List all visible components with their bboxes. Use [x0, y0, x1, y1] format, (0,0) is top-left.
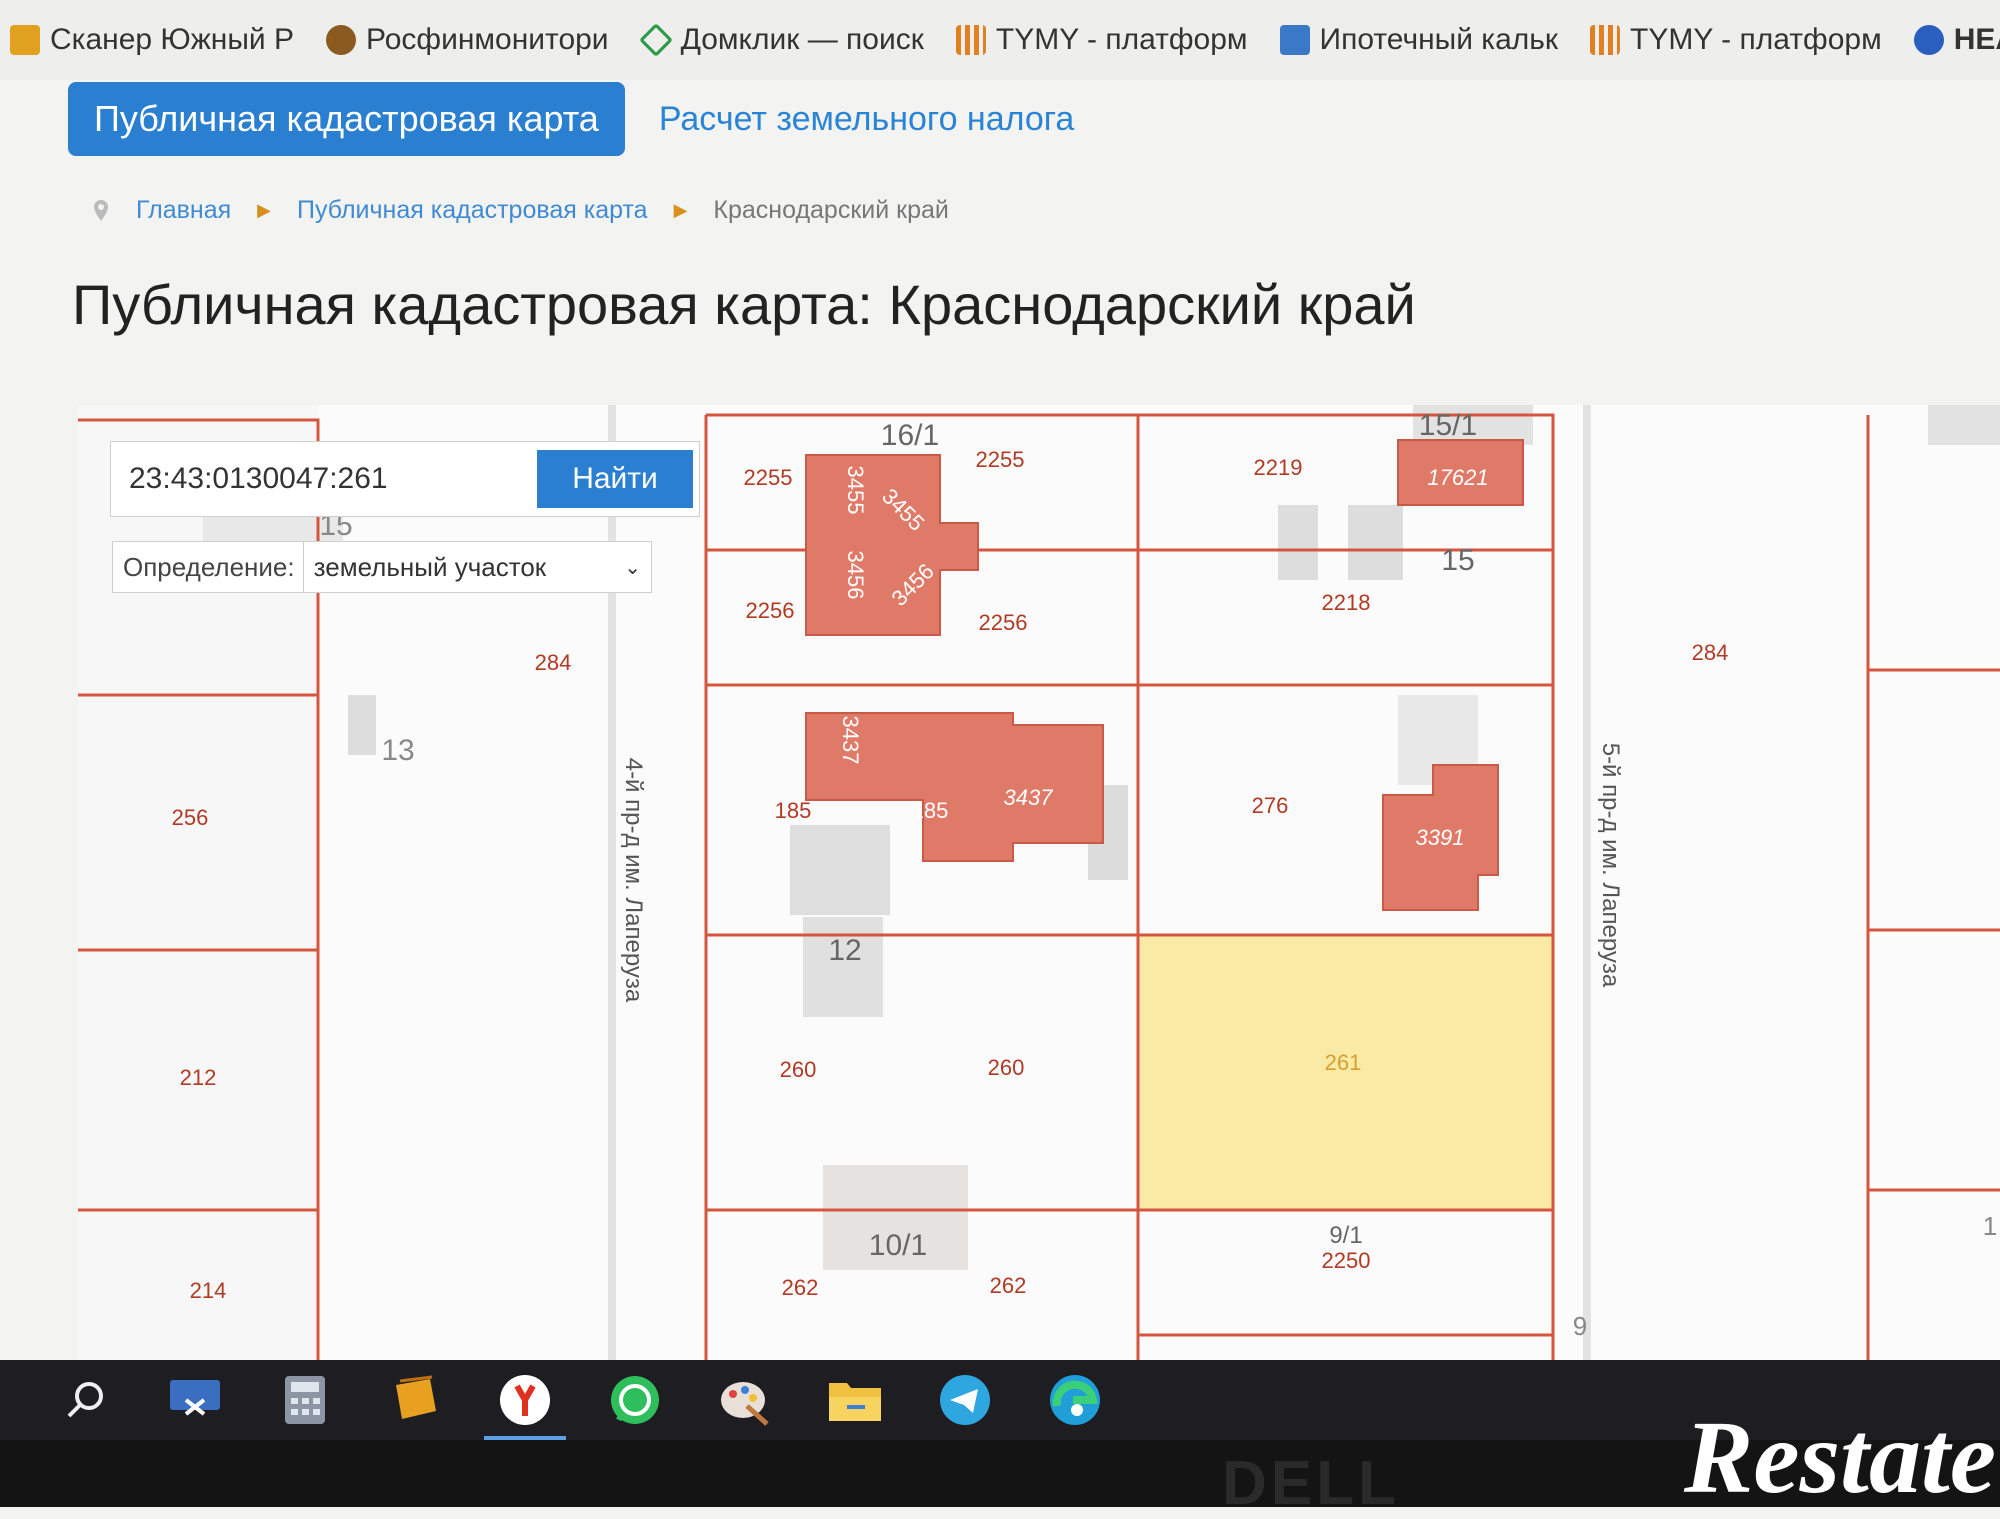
- map-label: 3437: [1004, 785, 1054, 810]
- map-label: 2219: [1254, 455, 1303, 480]
- cadastral-map[interactable]: 16/1 15/1 2255 2255 2219 17621 15 2256 2…: [78, 405, 2000, 1360]
- whatsapp-icon[interactable]: [602, 1367, 668, 1433]
- map-label: 185: [775, 798, 812, 823]
- definition-label: Определение:: [123, 551, 295, 582]
- chevron-right-icon: ▶: [673, 200, 688, 220]
- map-label: 276: [1252, 793, 1289, 818]
- find-button[interactable]: Найти: [537, 450, 693, 508]
- bookmark-icon: [10, 25, 40, 55]
- map-label: 12: [828, 934, 861, 967]
- map-label: 2250: [1322, 1248, 1371, 1273]
- dell-logo: DELL: [1222, 1449, 1400, 1518]
- map-label: 9: [1573, 1311, 1587, 1341]
- tab-cadastral-map[interactable]: Публичная кадастровая карта: [68, 82, 625, 156]
- bookmark-item[interactable]: TYMY - платформ: [1590, 23, 1882, 57]
- calculator-icon: [1279, 25, 1310, 55]
- map-label: 260: [780, 1057, 817, 1082]
- map-label: 212: [180, 1065, 217, 1090]
- emblem-icon: [326, 25, 357, 55]
- breadcrumb-home[interactable]: Главная: [136, 196, 231, 225]
- chevron-right-icon: ▶: [257, 200, 271, 220]
- site-nav: Публичная кадастровая карта Расчет земел…: [68, 82, 1074, 156]
- map-label: 3455: [843, 466, 868, 515]
- street-line: [1583, 405, 1591, 1360]
- map-label: 2255: [976, 447, 1025, 472]
- search-icon[interactable]: [52, 1367, 118, 1433]
- bookmark-label: Домклик — поиск: [680, 23, 924, 56]
- chevron-down-icon: ⌄: [624, 556, 641, 579]
- street-name: 4-й пр-д им. Лаперуза: [620, 758, 647, 1003]
- map-label: 2256: [746, 598, 795, 623]
- snipping-tool-icon[interactable]: [162, 1367, 228, 1433]
- map-label: 256: [172, 805, 209, 830]
- bookmark-item[interactable]: Росфинмонитори: [326, 23, 609, 57]
- file-explorer-icon[interactable]: [822, 1367, 888, 1433]
- map-label: 262: [990, 1273, 1027, 1298]
- map-label: 16/1: [881, 419, 939, 452]
- map-label: 2256: [979, 610, 1028, 635]
- definition-select[interactable]: земельный участок ⌄: [302, 542, 651, 592]
- bookmark-label: HEAL: [1953, 23, 2000, 56]
- breadcrumb-current: Краснодарский край: [713, 196, 949, 224]
- yandex-browser-icon[interactable]: [484, 1367, 566, 1440]
- definition-filter: Определение: земельный участок ⌄: [112, 541, 652, 593]
- map-label: 261: [1325, 1050, 1362, 1075]
- map-label: 2255: [744, 465, 793, 490]
- bookmark-label: Сканер Южный Р: [50, 23, 295, 56]
- map-label: 3456: [843, 551, 868, 600]
- street-name: 5-й пр-д им. Лаперуза: [1597, 743, 1624, 988]
- map-label: 214: [190, 1278, 227, 1303]
- bookmark-item[interactable]: HEAL: [1913, 23, 2000, 57]
- bookmark-label: TYMY - платформ: [995, 23, 1248, 56]
- map-label: 10/1: [869, 1229, 927, 1262]
- map-label: 17621: [1427, 465, 1488, 490]
- map-label: 15: [1441, 544, 1474, 577]
- location-pin-icon: [94, 199, 108, 221]
- telegram-icon[interactable]: [932, 1367, 998, 1433]
- map-label: 284: [535, 650, 572, 675]
- map-label: 284: [1692, 640, 1729, 665]
- bookmarks-bar: Сканер Южный Р Росфинмонитори Домклик — …: [0, 0, 2000, 80]
- bookmark-item[interactable]: TYMY - платформ: [955, 23, 1248, 57]
- paint-icon[interactable]: [712, 1367, 778, 1433]
- map-label: 15/1: [1419, 409, 1477, 442]
- map-label: 260: [988, 1055, 1025, 1080]
- breadcrumb: Главная ▶ Публичная кадастровая карта ▶ …: [92, 196, 949, 225]
- calculator-icon[interactable]: [272, 1367, 338, 1433]
- page-title: Публичная кадастровая карта: Краснодарск…: [72, 273, 1416, 336]
- map-label: 2218: [1322, 590, 1371, 615]
- map-label: 1: [1983, 1211, 1997, 1241]
- restate-watermark: Restate: [1684, 1400, 1996, 1515]
- bookmark-item[interactable]: Домклик — поиск: [638, 23, 924, 57]
- edge-icon[interactable]: [1042, 1367, 1108, 1433]
- bookmark-label: Ипотечный кальк: [1319, 23, 1559, 56]
- breadcrumb-map[interactable]: Публичная кадастровая карта: [297, 196, 648, 225]
- map-label: 9/1: [1329, 1222, 1362, 1249]
- bookmark-item[interactable]: Ипотечный кальк: [1279, 23, 1559, 57]
- house-icon: [638, 23, 673, 57]
- cadastral-number-input[interactable]: [111, 461, 531, 497]
- tab-land-tax[interactable]: Расчет земельного налога: [659, 100, 1075, 139]
- bookmark-label: TYMY - платформ: [1630, 23, 1882, 56]
- map-label: 262: [782, 1275, 819, 1300]
- definition-value: земельный участок: [313, 551, 547, 582]
- bookmark-item[interactable]: Сканер Южный Р: [10, 23, 294, 57]
- heal-icon: [1913, 25, 1944, 55]
- map-label: 185: [912, 798, 949, 823]
- cadastral-search: Найти: [110, 441, 700, 517]
- map-label: 13: [381, 734, 414, 767]
- tymy-icon: [1590, 25, 1621, 55]
- tymy-icon: [955, 25, 986, 55]
- map-label: 3391: [1416, 825, 1465, 850]
- sticky-notes-icon[interactable]: [382, 1367, 448, 1433]
- bookmark-label: Росфинмонитори: [366, 23, 609, 56]
- map-label: 3437: [838, 716, 863, 765]
